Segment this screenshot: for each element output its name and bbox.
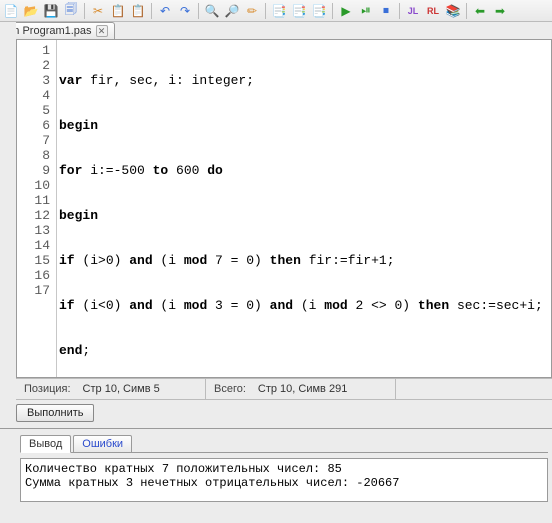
find-next-icon[interactable]: 🔎 (223, 2, 241, 20)
tab-output[interactable]: Вывод (20, 435, 71, 453)
rl-icon[interactable]: RL (424, 2, 442, 20)
doc1-icon[interactable]: 📑 (270, 2, 288, 20)
line-number-gutter: 123456 789101112 1314151617 (17, 40, 57, 377)
code-line: begin (59, 118, 549, 133)
copy-icon[interactable]: 📋 (109, 2, 127, 20)
find-icon[interactable]: 🔍 (203, 2, 221, 20)
console-line: Сумма кратных 3 нечетных отрицательных ч… (25, 476, 543, 490)
nav-back-icon[interactable]: ⬅ (471, 2, 489, 20)
new-file-icon[interactable]: 📄 (2, 2, 20, 20)
status-pos-label: Позиция: (24, 383, 71, 395)
jl-icon[interactable]: JL (404, 2, 422, 20)
step-icon[interactable]: ⏯ (357, 2, 375, 20)
editor-tabbar: *n Program1.pas ✕ (0, 22, 552, 40)
status-total-value: Стр 10, Симв 291 (258, 383, 347, 395)
file-tab-title: *n Program1.pas (9, 25, 92, 37)
main-toolbar: 📄 📂 💾 🗐 ✂ 📋 📋 ↶ ↷ 🔍 🔎 ✏ 📑 📑 📑 ▶ ⏯ ⏹ JL R… (0, 0, 552, 22)
run-row: Выполнить (0, 400, 552, 429)
code-line: for i:=-500 to 600 do (59, 163, 549, 178)
code-line: var fir, sec, i: integer; (59, 73, 549, 88)
books-icon[interactable]: 📚 (444, 2, 462, 20)
file-tab[interactable]: *n Program1.pas ✕ (2, 22, 115, 39)
close-tab-icon[interactable]: ✕ (96, 25, 108, 37)
console-output[interactable]: Количество кратных 7 положительных чисел… (20, 458, 548, 502)
undo-icon[interactable]: ↶ (156, 2, 174, 20)
paste-icon[interactable]: 📋 (129, 2, 147, 20)
run-icon[interactable]: ▶ (337, 2, 355, 20)
stop-icon[interactable]: ⏹ (377, 2, 395, 20)
doc3-icon[interactable]: 📑 (310, 2, 328, 20)
code-line: if (i>0) and (i mod 7 = 0) then fir:=fir… (59, 253, 549, 268)
nav-fwd-icon[interactable]: ➡ (491, 2, 509, 20)
tab-errors[interactable]: Ошибки (73, 435, 132, 453)
open-file-icon[interactable]: 📂 (22, 2, 40, 20)
status-bar: Позиция: Стр 10, Симв 5 Всего: Стр 10, Сим… (16, 378, 552, 400)
code-line: if (i<0) and (i mod 3 = 0) and (i mod 2 … (59, 298, 549, 313)
replace-icon[interactable]: ✏ (243, 2, 261, 20)
editor[interactable]: 123456 789101112 1314151617 var fir, sec… (16, 40, 552, 378)
code-line: end; (59, 343, 549, 358)
output-panel: Вывод Ошибки Количество кратных 7 положи… (16, 429, 552, 502)
side-gutter (0, 22, 16, 402)
output-tabs: Вывод Ошибки (16, 429, 552, 453)
save-icon[interactable]: 💾 (42, 2, 60, 20)
cut-icon[interactable]: ✂ (89, 2, 107, 20)
doc2-icon[interactable]: 📑 (290, 2, 308, 20)
status-total-label: Всего: (214, 383, 246, 395)
code-line: begin (59, 208, 549, 223)
console-line: Количество кратных 7 положительных чисел… (25, 462, 543, 476)
redo-icon[interactable]: ↷ (176, 2, 194, 20)
run-button[interactable]: Выполнить (16, 404, 94, 422)
save-all-icon[interactable]: 🗐 (62, 2, 80, 20)
code-area[interactable]: var fir, sec, i: integer; begin for i:=-… (57, 40, 551, 377)
status-pos-value: Стр 10, Симв 5 (83, 383, 160, 395)
